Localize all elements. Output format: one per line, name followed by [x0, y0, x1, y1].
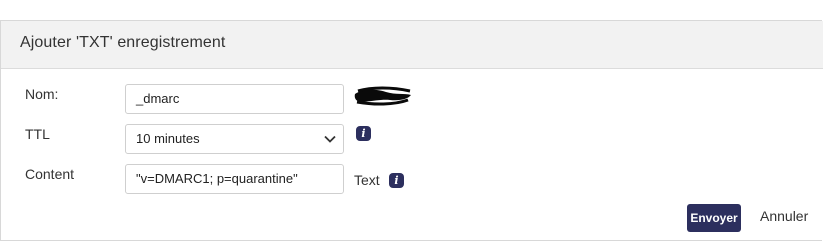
name-label: Nom: — [25, 86, 59, 102]
ttl-info-icon[interactable]: i — [356, 126, 371, 141]
content-info-icon[interactable]: i — [389, 173, 404, 188]
redaction-scribble — [354, 86, 411, 106]
ttl-select[interactable]: 10 minutes — [125, 124, 344, 154]
ttl-label: TTL — [25, 126, 50, 142]
content-input[interactable]: "v=DMARC1; p=quarantine" — [125, 164, 344, 194]
chevron-down-icon — [323, 132, 337, 146]
name-input[interactable]: _dmarc — [125, 84, 344, 114]
ttl-selected-value: 10 minutes — [136, 131, 200, 146]
content-input-value: "v=DMARC1; p=quarantine" — [136, 171, 298, 186]
name-input-value: _dmarc — [136, 91, 180, 106]
panel-title: Ajouter 'TXT' enregistrement — [20, 34, 226, 51]
content-label: Content — [25, 166, 75, 182]
cancel-button[interactable]: Annuler — [760, 208, 808, 224]
submit-button[interactable]: Envoyer — [687, 204, 741, 232]
content-type-hint: Text — [354, 172, 380, 188]
panel-header: Ajouter 'TXT' enregistrement — [1, 21, 823, 69]
